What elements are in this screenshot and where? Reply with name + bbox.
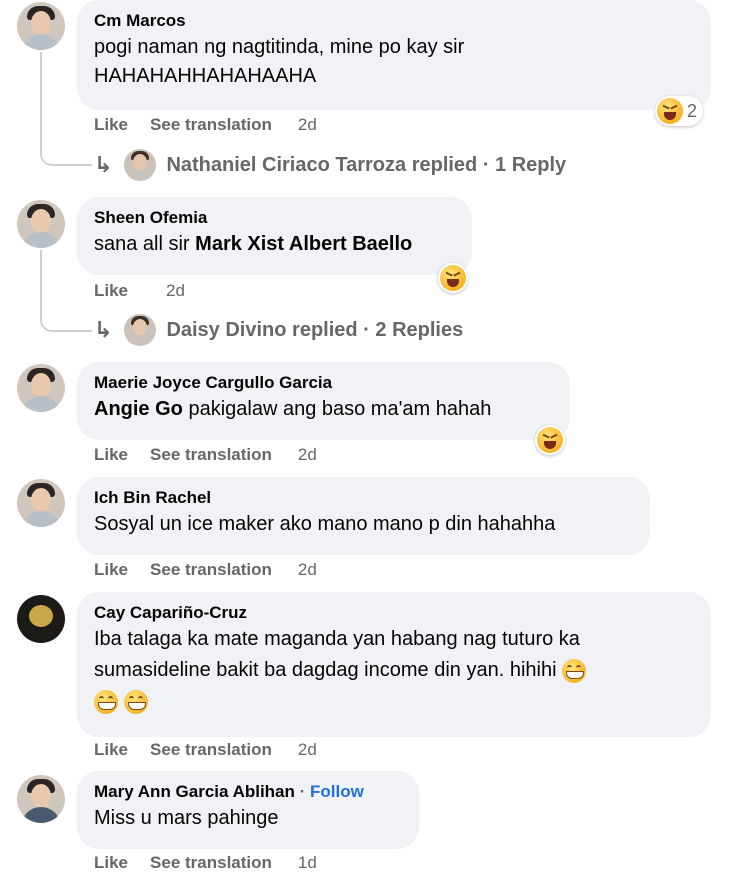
grinning-emoji-icon bbox=[123, 689, 148, 714]
reply-arrow-icon: ↳ bbox=[94, 152, 113, 177]
comment-actions: Like See translation 1d bbox=[94, 853, 317, 873]
comment-actions: Like 2d bbox=[94, 281, 185, 301]
like-button[interactable]: Like bbox=[94, 281, 128, 301]
avatar[interactable] bbox=[17, 200, 65, 248]
avatar[interactable] bbox=[17, 2, 65, 50]
timestamp[interactable]: 1d bbox=[298, 853, 317, 873]
comment-text: Iba talaga ka mate maganda yan habang na… bbox=[94, 628, 580, 650]
view-replies-link[interactable]: ↳ Daisy Divino replied · 2 Replies bbox=[94, 314, 463, 346]
comment-actions: Like See translation 2d bbox=[94, 445, 317, 465]
see-translation-link[interactable]: See translation bbox=[150, 115, 272, 135]
laughing-emoji-icon bbox=[657, 98, 683, 124]
grinning-emoji-icon bbox=[562, 658, 587, 683]
reply-arrow-icon: ↳ bbox=[94, 317, 113, 342]
comment-bubble: Ich Bin Rachel Sosyal un ice maker ako m… bbox=[77, 477, 650, 555]
comment-text: Angie Go pakigalaw ang baso ma'am hahah bbox=[94, 394, 554, 425]
comment-text: HAHAHAHHAHAHAAHA bbox=[94, 65, 317, 87]
comment-text: sumasideline bakit ba dagdag income din … bbox=[94, 655, 695, 686]
comment-bubble: Cm Marcos pogi naman ng nagtitinda, mine… bbox=[77, 0, 711, 110]
see-translation-link[interactable]: See translation bbox=[150, 445, 272, 465]
comment-text-suffix: pakigalaw ang baso ma'am hahah bbox=[182, 398, 492, 420]
replies-text[interactable]: Nathaniel Ciriaco Tarroza replied · 1 Re… bbox=[166, 154, 566, 177]
timestamp[interactable]: 2d bbox=[166, 281, 185, 301]
comment-actions: Like See translation 2d bbox=[94, 115, 317, 135]
follow-button[interactable]: Follow bbox=[310, 782, 364, 801]
comment-text-prefix: sana all sir bbox=[94, 233, 196, 255]
author-name[interactable]: Mary Ann Garcia Ablihan bbox=[94, 782, 295, 801]
follow-separator: · bbox=[294, 782, 311, 801]
comment-text-line: sumasideline bakit ba dagdag income din … bbox=[94, 659, 557, 681]
mention-link[interactable]: Mark Xist Albert Baello bbox=[195, 233, 412, 255]
author-name[interactable]: Cay Capariño-Cruz bbox=[94, 602, 695, 624]
comment-bubble: Maerie Joyce Cargullo Garcia Angie Go pa… bbox=[77, 362, 570, 440]
like-button[interactable]: Like bbox=[94, 115, 128, 135]
like-button[interactable]: Like bbox=[94, 445, 128, 465]
comment-text: Sosyal un ice maker ako mano mano p din … bbox=[94, 513, 556, 535]
replies-text[interactable]: Daisy Divino replied · 2 Replies bbox=[166, 319, 463, 342]
see-translation-link[interactable]: See translation bbox=[150, 853, 272, 873]
like-button[interactable]: Like bbox=[94, 560, 128, 580]
timestamp[interactable]: 2d bbox=[298, 560, 317, 580]
like-button[interactable]: Like bbox=[94, 853, 128, 873]
reaction-count: 2 bbox=[687, 100, 698, 121]
comment-actions: Like See translation 2d bbox=[94, 740, 317, 760]
author-name[interactable]: Sheen Ofemia bbox=[94, 207, 456, 229]
emoji-line bbox=[94, 686, 695, 717]
laughing-emoji-icon bbox=[440, 265, 466, 291]
comment-bubble: Mary Ann Garcia Ablihan · Follow Miss u … bbox=[77, 771, 419, 849]
grinning-emoji-icon bbox=[94, 689, 118, 714]
timestamp[interactable]: 2d bbox=[298, 115, 317, 135]
reaction-summary[interactable] bbox=[438, 263, 468, 293]
laughing-emoji-icon bbox=[537, 427, 563, 453]
avatar bbox=[124, 149, 157, 181]
view-replies-link[interactable]: ↳ Nathaniel Ciriaco Tarroza replied · 1 … bbox=[94, 149, 566, 181]
reaction-summary[interactable] bbox=[535, 425, 565, 455]
avatar[interactable] bbox=[17, 775, 65, 823]
mention-link[interactable]: Angie Go bbox=[94, 398, 183, 420]
timestamp[interactable]: 2d bbox=[298, 740, 317, 760]
comment-text: Miss u mars pahinge bbox=[94, 807, 279, 829]
author-name[interactable]: Ich Bin Rachel bbox=[94, 487, 634, 509]
see-translation-link[interactable]: See translation bbox=[150, 740, 272, 760]
avatar[interactable] bbox=[17, 364, 65, 412]
like-button[interactable]: Like bbox=[94, 740, 128, 760]
comment-actions: Like See translation 2d bbox=[94, 560, 317, 580]
avatar[interactable] bbox=[17, 595, 65, 643]
timestamp[interactable]: 2d bbox=[298, 445, 317, 465]
avatar[interactable] bbox=[17, 479, 65, 527]
author-name[interactable]: Maerie Joyce Cargullo Garcia bbox=[94, 372, 554, 394]
comment-bubble: Cay Capariño-Cruz Iba talaga ka mate mag… bbox=[77, 592, 711, 737]
see-translation-link[interactable]: See translation bbox=[150, 560, 272, 580]
reaction-summary[interactable]: 2 bbox=[655, 96, 704, 126]
author-line: Mary Ann Garcia Ablihan · Follow bbox=[94, 781, 403, 803]
avatar bbox=[124, 314, 157, 346]
author-name[interactable]: Cm Marcos bbox=[94, 10, 695, 32]
comment-bubble: Sheen Ofemia sana all sir Mark Xist Albe… bbox=[77, 197, 472, 275]
comment-text: pogi naman ng nagtitinda, mine po kay si… bbox=[94, 36, 465, 58]
comment-text: sana all sir Mark Xist Albert Baello bbox=[94, 229, 456, 260]
